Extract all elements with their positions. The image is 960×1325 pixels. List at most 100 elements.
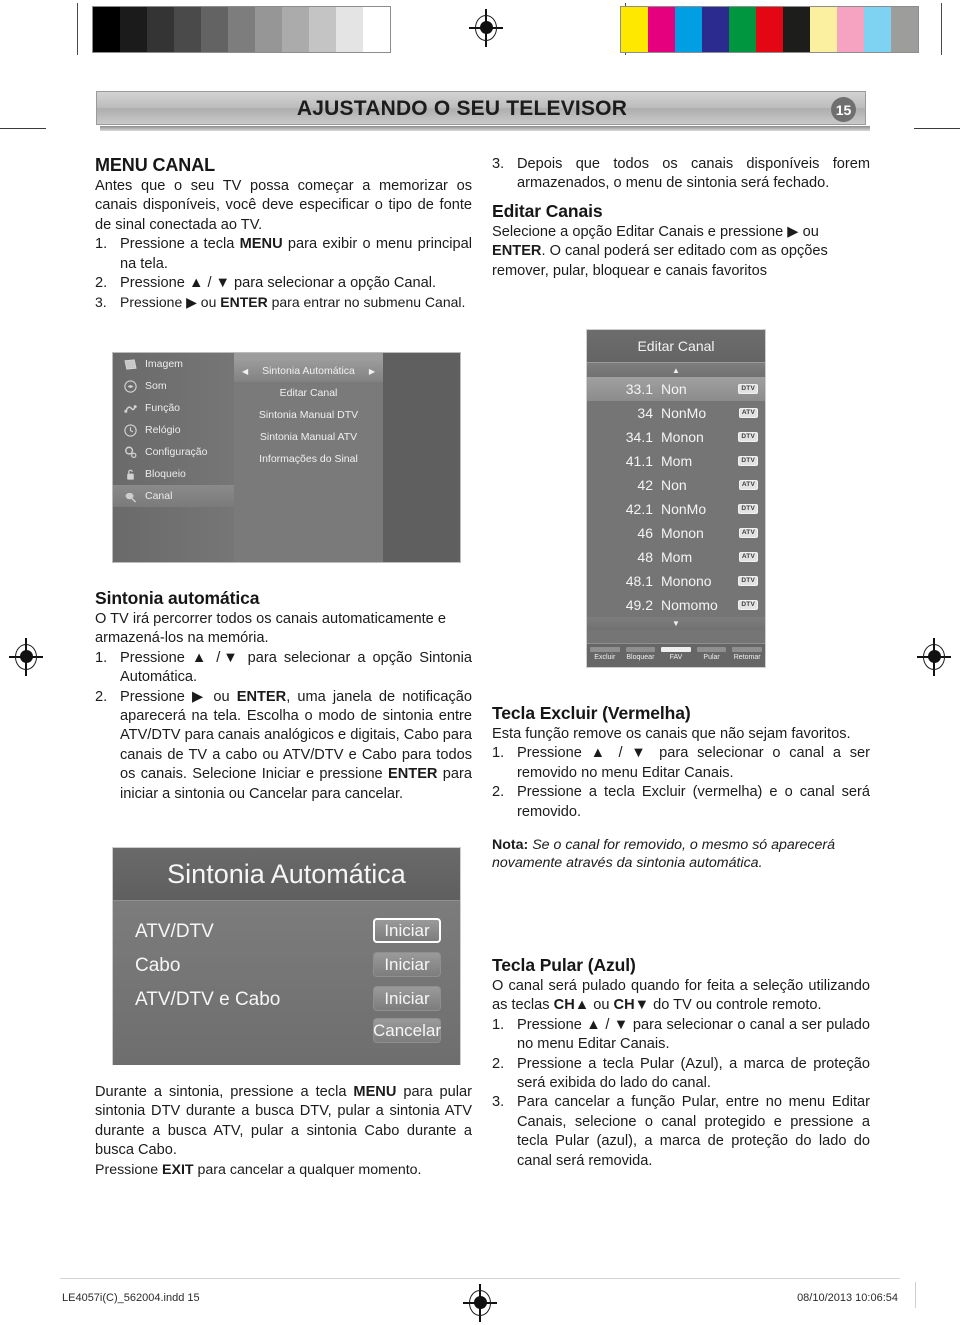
gray-swatch	[228, 7, 255, 52]
step-number: 1.	[95, 236, 108, 253]
color-key-bar[interactable]: Excluir Bloquear FAV Pular Retomar	[587, 643, 765, 667]
color-swatch	[648, 7, 675, 52]
color-key-fav[interactable]: FAV	[658, 644, 694, 667]
osd-menu-item-som[interactable]: Som	[113, 375, 234, 397]
osd-submenu-item-label: Sintonia Automática	[262, 365, 355, 377]
step-number: 2.	[492, 784, 505, 801]
note-text: Se o canal for removido, o mesmo só apar…	[492, 837, 836, 872]
step-text: Pressione ▲ / ▼ para selecionar a opção …	[120, 275, 437, 292]
osd-submenu-item-label: Sintonia Manual ATV	[259, 431, 358, 443]
footer-divider	[60, 1278, 900, 1279]
color-key-swatch	[661, 647, 691, 652]
table-row[interactable]: 34.1 Monon DTV	[587, 425, 765, 449]
step-text: Pressione ▶ ou ENTER para entrar no subm…	[120, 294, 466, 311]
osd-menu-item-relgio[interactable]: Relógio	[113, 419, 234, 441]
osd-menu-item-bloqueio[interactable]: Bloqueio	[113, 463, 234, 485]
color-key-excluir[interactable]: Excluir	[587, 644, 623, 667]
osd-menu-item-canal[interactable]: Canal	[113, 485, 234, 507]
table-row[interactable]: 41.1 Mom DTV	[587, 449, 765, 473]
step-text: Pressione ▲ / ▼ para selecionar o canal …	[517, 1016, 870, 1053]
heading-tecla-pular: Tecla Pular (Azul)	[492, 955, 636, 975]
color-key-swatch	[590, 647, 620, 652]
color-key-label: Excluir	[594, 654, 616, 661]
color-swatch	[756, 7, 783, 52]
channel-type-badge: DTV	[738, 455, 758, 467]
osd-submenu-item-1[interactable]: ◀Editar Canal▶	[234, 382, 383, 404]
heading-sintonia-automatica: Sintonia automática	[95, 588, 260, 608]
color-key-bloquear[interactable]: Bloquear	[623, 644, 659, 667]
start-button-atvdtv-cabo[interactable]: Iniciar	[373, 986, 441, 1011]
step-number: 3.	[492, 156, 505, 172]
channel-list[interactable]: 33.1 Non DTV 34 NonMo ATV 34.1 Monon DTV 41.1 Mom D…	[587, 377, 765, 617]
exit-line: Pressione EXIT para cancelar a qualquer …	[95, 1161, 422, 1178]
step-number: 2.	[492, 1055, 505, 1072]
heading-menu-canal: MENU CANAL	[95, 155, 215, 175]
color-swatch	[621, 7, 648, 52]
color-swatch	[729, 7, 756, 52]
color-swatch	[864, 7, 891, 52]
step-number: 1.	[95, 649, 108, 666]
tecla-pular-block: Tecla Pular (Azul) O canal será pulado q…	[492, 955, 870, 1171]
table-row[interactable]: 48 Mom ATV	[587, 545, 765, 569]
scroll-down-arrow-icon[interactable]: ▼	[587, 617, 765, 630]
color-swatch-row	[620, 6, 919, 53]
step-number: 2.	[95, 275, 108, 292]
registration-mark-right	[917, 638, 951, 676]
osd-submenu-item-label: Editar Canal	[279, 387, 338, 399]
registration-mark-top	[469, 9, 503, 47]
heading-tecla-excluir: Tecla Excluir (Vermelha)	[492, 703, 691, 723]
banner-shadow	[100, 126, 870, 131]
sintonia-automatica-block: Sintonia automática O TV irá percorrer t…	[95, 588, 472, 804]
gray-swatch	[282, 7, 309, 52]
table-row[interactable]: 33.1 Non DTV	[587, 377, 765, 401]
tecla-excluir-note: Nota: Se o canal for removido, o mesmo s…	[492, 836, 870, 873]
channel-number: 48.1	[625, 573, 653, 589]
osd-submenu-item-2[interactable]: ◀Sintonia Manual DTV▶	[234, 404, 383, 426]
table-row[interactable]: 46 Monon ATV	[587, 521, 765, 545]
table-row[interactable]: 48.1 Monono DTV	[587, 569, 765, 593]
color-key-retomar[interactable]: Retomar	[729, 644, 765, 667]
list-item: 1. Pressione ▲ /▼ para selecionar a opçã…	[95, 649, 472, 688]
osd-menu-item-configurao[interactable]: Configuração	[113, 441, 234, 463]
gray-swatch	[363, 7, 390, 52]
tv-osd-autotune-dialog: Sintonia Automática ATV/DTV Cabo ATV/DTV…	[112, 847, 461, 1065]
osd-menu-item-imagem[interactable]: Imagem	[113, 353, 234, 375]
tecla-excluir-intro: Esta função remove os canais que não sej…	[492, 726, 851, 742]
gray-swatch	[255, 7, 282, 52]
gray-swatch	[93, 7, 120, 52]
step-number: 3.	[95, 294, 107, 311]
start-button-cabo[interactable]: Iniciar	[373, 952, 441, 977]
table-row[interactable]: 49.2 Nomomo DTV	[587, 593, 765, 617]
step-text: Pressione a tecla Excluir (vermelha) e o…	[517, 784, 870, 820]
cancel-button[interactable]: Cancelar	[373, 1018, 441, 1043]
table-row[interactable]: 42.1 NonMo DTV	[587, 497, 765, 521]
color-key-pular[interactable]: Pular	[694, 644, 730, 667]
osd-menu-item-label: Som	[145, 380, 167, 392]
step-number: 2.	[95, 688, 108, 705]
osd-submenu-item-label: Sintonia Manual DTV	[258, 409, 359, 421]
clock-icon	[123, 423, 138, 438]
channel-name: Monono	[661, 573, 712, 589]
step-text: Pressione ▲ /▼ para selecionar a opção S…	[120, 649, 472, 686]
color-swatch	[810, 7, 837, 52]
color-key-swatch	[625, 647, 656, 652]
right-column: 3. Depois que todos os canais disponívei…	[492, 155, 870, 281]
start-button-atvdtv[interactable]: Iniciar	[373, 918, 441, 943]
lock-icon	[123, 467, 138, 482]
scroll-up-arrow-icon[interactable]: ▲	[587, 363, 765, 377]
osd-submenu-item-4[interactable]: ◀Informações do Sinal▶	[234, 448, 383, 470]
table-row[interactable]: 34 NonMo ATV	[587, 401, 765, 425]
channel-number: 33.1	[625, 381, 653, 397]
channel-number: 34	[637, 405, 653, 421]
color-key-swatch	[732, 647, 762, 652]
print-calibration-strip	[0, 3, 960, 55]
picture-icon	[123, 357, 138, 372]
table-row[interactable]: 42 Non ATV	[587, 473, 765, 497]
list-item: 1. Pressione a tecla MENU para exibir o …	[95, 235, 472, 274]
osd-submenu-item-3[interactable]: ◀Sintonia Manual ATV▶	[234, 426, 383, 448]
osd-menu-item-funo[interactable]: Função	[113, 397, 234, 419]
osd-submenu-item-0[interactable]: ◀ Sintonia Automática ▶	[234, 360, 383, 382]
color-swatch	[783, 7, 810, 52]
antenna-icon	[123, 489, 138, 504]
channel-type-badge: ATV	[738, 527, 758, 539]
